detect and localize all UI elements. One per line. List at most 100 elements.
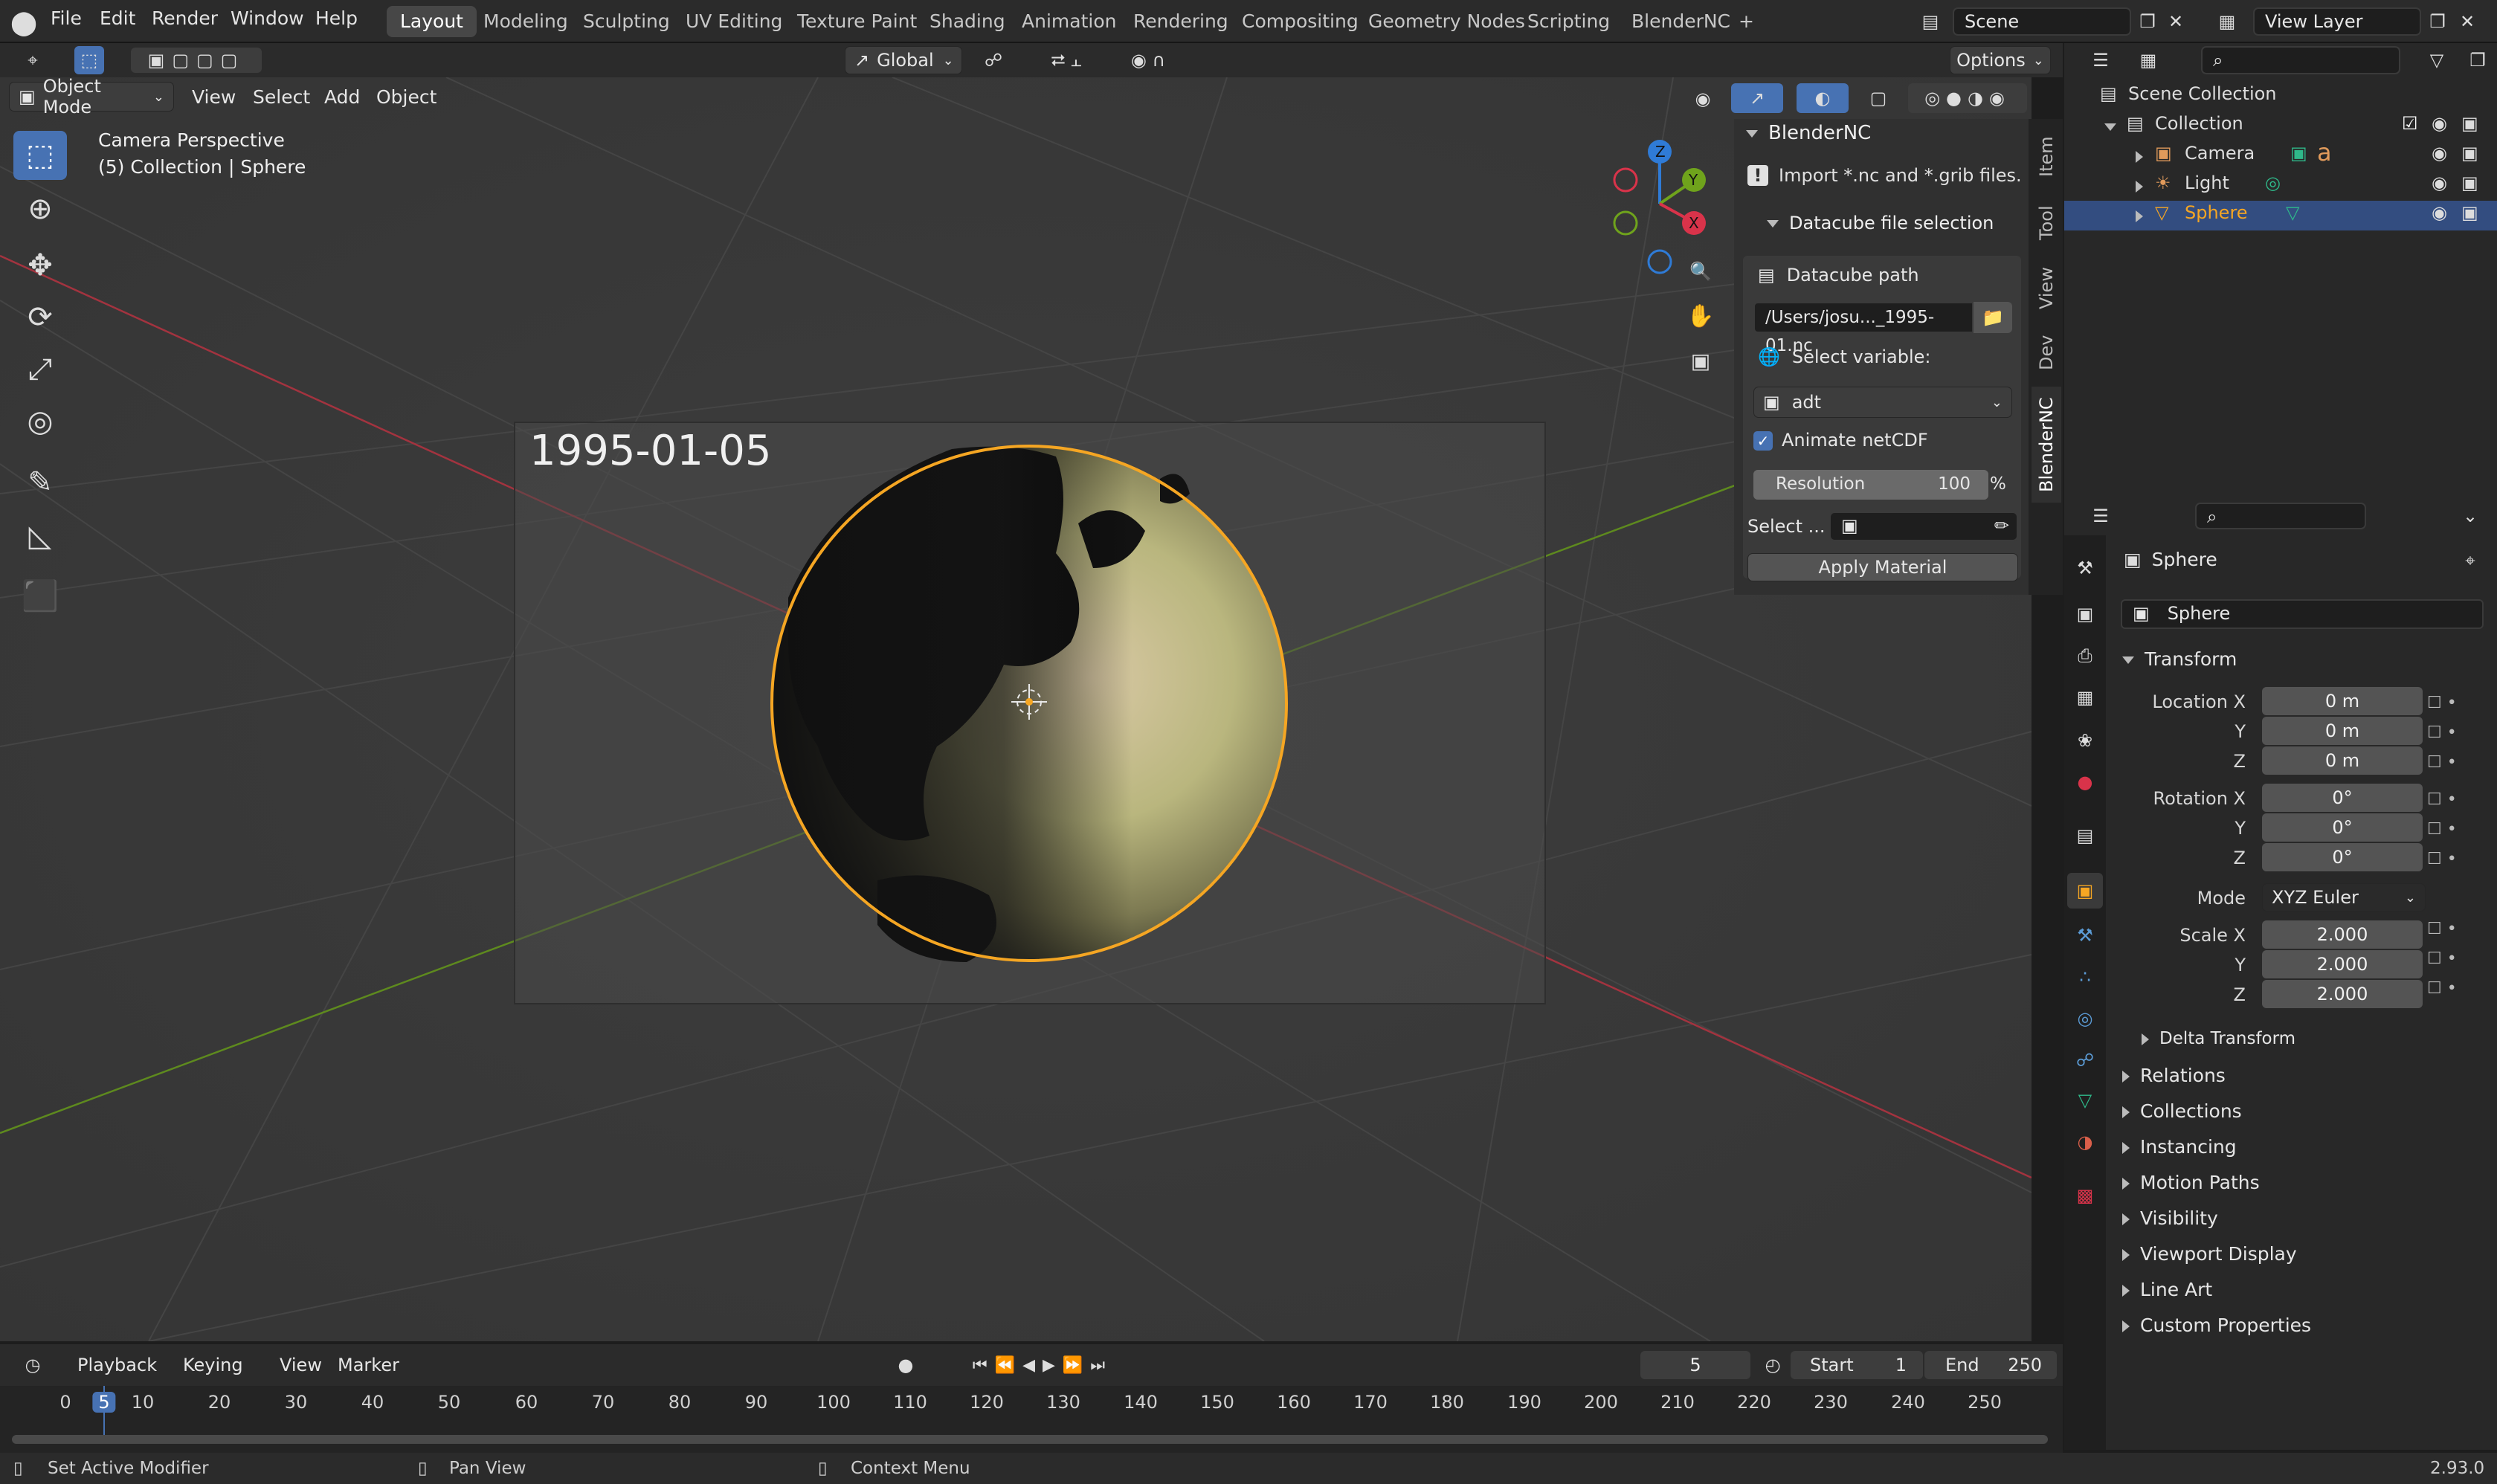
rotation-x-field[interactable]: 0° — [2262, 784, 2423, 812]
viewport-menu-view[interactable]: View — [192, 86, 236, 108]
select-box-tool-icon[interactable]: ⬚ — [74, 46, 104, 74]
visibility-icon[interactable]: ◉ — [1682, 85, 1724, 113]
location-z-field[interactable]: 0 m — [2262, 746, 2423, 775]
annotate-tool-icon[interactable]: ✎ — [13, 458, 67, 507]
render-props-icon[interactable]: ▣ — [2070, 599, 2100, 629]
rotation-mode-dropdown[interactable]: XYZ Euler ⌄ — [2262, 883, 2426, 912]
tab-rendering[interactable]: Rendering — [1120, 6, 1242, 37]
camera-render-icon[interactable]: ▣ — [2461, 143, 2478, 164]
outliner-search-input[interactable]: ⌕ — [2201, 46, 2400, 74]
snapping-icon[interactable]: ⮂ ⫠ — [1022, 46, 1111, 74]
timeline-editor-icon[interactable]: ◷ — [10, 1352, 55, 1378]
custom-properties-header[interactable]: Custom Properties — [2122, 1314, 2311, 1336]
shading-mode-icons[interactable]: ◎●◑◉ — [1908, 83, 2027, 113]
tab-animation[interactable]: Animation — [1008, 6, 1130, 37]
panel-header[interactable]: BlenderNC — [1746, 122, 1871, 144]
texture-props-icon[interactable]: ▩ — [2070, 1181, 2100, 1210]
lock-icon[interactable]: ☐ • — [2427, 845, 2487, 874]
properties-search-input[interactable]: ⌕ — [2195, 503, 2366, 529]
transform-tool-icon[interactable]: ◎ — [13, 397, 67, 446]
location-x-field[interactable]: 0 m — [2262, 687, 2423, 715]
tab-compositing[interactable]: Compositing — [1228, 6, 1372, 37]
new-scene-icon[interactable]: ❐ — [2134, 7, 2161, 36]
rotation-z-field[interactable]: 0° — [2262, 843, 2423, 871]
relations-header[interactable]: Relations — [2122, 1065, 2226, 1086]
zoom-icon[interactable]: 🔍 — [1685, 256, 1716, 287]
instancing-header[interactable]: Instancing — [2122, 1136, 2237, 1158]
tab-blendernc[interactable]: BlenderNC — [2032, 387, 2061, 503]
tab-geometry-nodes[interactable]: Geometry Nodes — [1355, 6, 1539, 37]
delete-view-layer-icon[interactable]: ✕ — [2454, 7, 2481, 36]
tab-sculpting[interactable]: Sculpting — [570, 6, 683, 37]
editor-type-icon[interactable]: ⌖ — [10, 48, 55, 73]
camera-render-icon[interactable]: ▣ — [2461, 202, 2478, 223]
tab-uv-editing[interactable]: UV Editing — [672, 6, 796, 37]
particles-props-icon[interactable]: ∴ — [2070, 962, 2100, 992]
tab-layout[interactable]: Layout — [387, 6, 477, 37]
add-cube-tool-icon[interactable]: ⬛ — [13, 571, 67, 620]
datacube-path-input[interactable]: /Users/josu..._1995-01.nc — [1753, 302, 1974, 355]
eye-icon[interactable]: ◉ — [2432, 172, 2447, 193]
tab-tool[interactable]: Tool — [2032, 195, 2061, 251]
proportional-editing-icon[interactable]: ◉ ∩ — [1111, 46, 1185, 74]
data-props-icon[interactable]: ▽ — [2070, 1085, 2100, 1115]
tab-dev[interactable]: Dev — [2032, 326, 2061, 379]
menu-window[interactable]: Window — [231, 7, 304, 29]
lock-icon[interactable]: ☐ • — [2427, 748, 2487, 778]
lock-icon[interactable]: ☐ • — [2427, 785, 2487, 815]
3d-viewport[interactable]: 1995-01-05 Camera Perspective (5) Collec… — [0, 77, 2032, 1341]
expand-icon[interactable] — [2136, 146, 2153, 167]
viewport-menu-object[interactable]: Object — [376, 86, 436, 108]
clock-icon[interactable]: ◴ — [1758, 1352, 1788, 1378]
eye-icon[interactable]: ◉ — [2432, 202, 2447, 223]
viewport-menu-add[interactable]: Add — [324, 86, 360, 108]
pan-hand-icon[interactable]: ✋ — [1685, 300, 1716, 332]
transform-orientation-dropdown[interactable]: ↗ Global ⌄ — [845, 46, 962, 74]
timeline-view-menu[interactable]: View — [280, 1355, 322, 1375]
motion-paths-header[interactable]: Motion Paths — [2122, 1172, 2260, 1193]
location-y-field[interactable]: 0 m — [2262, 717, 2423, 745]
material-props-icon[interactable]: ◑ — [2070, 1127, 2100, 1157]
marker-menu[interactable]: Marker — [338, 1355, 399, 1375]
camera-render-icon[interactable]: ▣ — [2461, 113, 2478, 134]
playback-menu[interactable]: Playback — [77, 1355, 157, 1375]
variable-dropdown[interactable]: ▣ adt ⌄ — [1753, 387, 2012, 418]
scene-browse-icon[interactable]: ▤ — [1911, 7, 1950, 36]
properties-editor-icon[interactable]: ☰ — [2079, 503, 2122, 529]
lock-icon[interactable]: ☐ • — [2427, 688, 2487, 718]
keying-menu[interactable]: Keying — [183, 1355, 243, 1375]
expand-icon[interactable] — [2136, 175, 2153, 196]
object-name-field[interactable]: ▣ Sphere — [2121, 599, 2484, 629]
eyedropper-icon[interactable]: ✏ — [1994, 513, 2009, 538]
start-frame-field[interactable]: Start 1 — [1791, 1351, 1923, 1379]
tool-props-icon[interactable]: ⚒ — [2070, 553, 2100, 583]
visibility-header[interactable]: Visibility — [2122, 1207, 2218, 1229]
view-layer-field[interactable]: View Layer — [2253, 7, 2421, 36]
transform-section-header[interactable]: Transform — [2122, 648, 2237, 670]
constraints-props-icon[interactable]: ☍ — [2070, 1045, 2100, 1075]
outliner-item-light[interactable]: ☀ Light ◎ ◉ ▣ — [2064, 171, 2497, 201]
viewport-menu-select[interactable]: Select — [253, 86, 310, 108]
scene-field[interactable]: Scene — [1953, 7, 2131, 36]
menu-help[interactable]: Help — [315, 7, 358, 29]
outliner-scene-collection[interactable]: ▤ Scene Collection — [2064, 82, 2497, 112]
record-icon[interactable]: ● — [891, 1352, 921, 1378]
camera-view-icon[interactable]: ▣ — [1685, 345, 1716, 376]
tab-view[interactable]: View — [2032, 257, 2061, 320]
cursor-tool-icon[interactable]: ⊕ — [13, 184, 67, 233]
blender-logo-icon[interactable]: ⬤ — [9, 7, 39, 37]
subpanel-header[interactable]: Datacube file selection — [1767, 213, 1994, 233]
tab-scripting[interactable]: Scripting — [1514, 6, 1623, 37]
tab-texture-paint[interactable]: Texture Paint — [784, 6, 930, 37]
delete-scene-icon[interactable]: ✕ — [2162, 7, 2189, 36]
move-tool-icon[interactable]: ✥ — [13, 241, 67, 290]
eye-icon[interactable]: ◉ — [2432, 143, 2447, 164]
world-props-icon[interactable]: ● — [2070, 767, 2100, 797]
new-collection-icon[interactable]: ❐ — [2463, 46, 2493, 74]
view-layer-browse-icon[interactable]: ▦ — [2201, 7, 2253, 36]
folder-icon[interactable]: 📁 — [1974, 302, 2012, 333]
view-layer-props-icon[interactable]: ▦ — [2070, 683, 2100, 712]
outliner-editor-icon[interactable]: ☰ — [2079, 46, 2122, 74]
tab-shading[interactable]: Shading — [916, 6, 1019, 37]
pivot-point-icon[interactable]: ☍ — [971, 46, 1016, 74]
